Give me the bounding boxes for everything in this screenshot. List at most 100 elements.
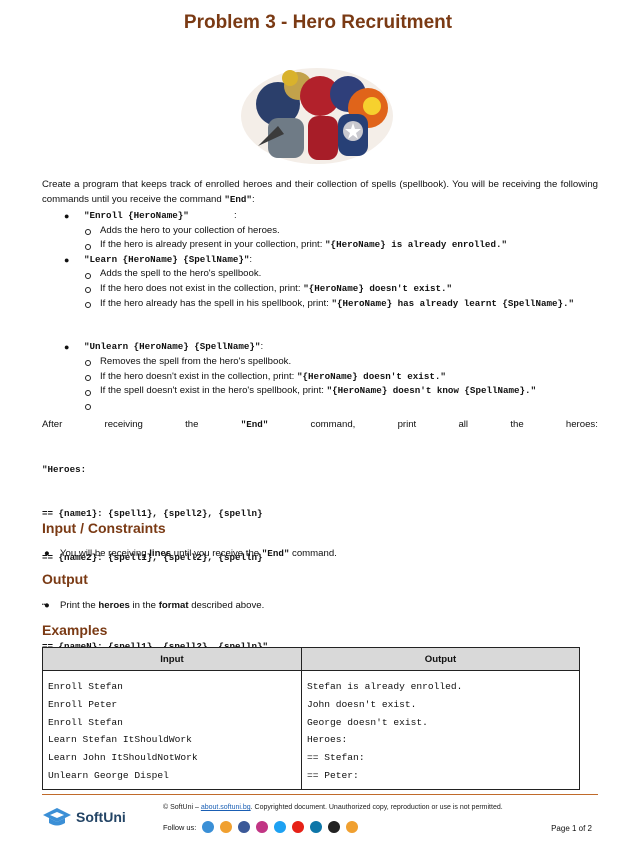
unlearn-item-1: Removes the spell from the hero's spellb… (100, 356, 292, 367)
about-softuni-link[interactable]: about.softuni.bg (201, 804, 251, 811)
twitter-icon[interactable] (274, 821, 287, 833)
unlearn-item-2-text: If the hero doesn't exist in the collect… (100, 370, 298, 382)
input-bullet-bold: lines (149, 548, 172, 559)
softuni-blog-icon[interactable] (346, 821, 359, 833)
input-line: Enroll Stefan (48, 716, 123, 728)
examples-heading: Examples (42, 622, 108, 638)
unlearn-item-2-msg: "{HeroName} doesn't exist." (297, 370, 446, 382)
table-header-row: Input Output (42, 647, 580, 671)
learn-item-2-text: If the hero does not exist in the collec… (100, 283, 304, 294)
output-line: Stefan is already enrolled. (307, 681, 463, 692)
enroll-item-2: If the hero is already present in your c… (100, 238, 507, 253)
circle-bullet-icon (85, 302, 91, 308)
input-line: Enroll Peter (48, 698, 118, 710)
softuni-icon[interactable] (202, 821, 215, 833)
output-line: == Stefan: (307, 752, 365, 764)
colon: : (234, 210, 237, 221)
learn-item-1: Adds the spell to the hero's spellbook. (100, 268, 262, 280)
output-cell: Stefan is already enrolled. John doesn't … (301, 670, 580, 790)
output-heading: Output (42, 571, 88, 587)
youtube-icon[interactable] (292, 821, 305, 833)
circle-bullet-icon (85, 272, 91, 279)
after-word: the (185, 419, 199, 430)
after-word: receiving (104, 419, 143, 430)
command-enroll: "Enroll {HeroName}" (84, 210, 189, 221)
after-end-command: "End" (240, 419, 269, 430)
learn-item-3: If the hero already has the spell in his… (100, 297, 598, 312)
softuni-alt-icon[interactable] (220, 821, 233, 833)
output-line: John doesn't exist. (307, 698, 417, 710)
input-line: Unlearn George Dispel (48, 769, 169, 781)
document-page: Problem 3 - Hero Recruitment Create a pr… (0, 0, 636, 844)
copyright-text: . Copyrighted document. Unauthorized cop… (250, 804, 503, 811)
column-header-input: Input (42, 647, 302, 671)
intro-tail: : (251, 194, 255, 205)
enroll-item-2-msg: "{HeroName} is already enrolled." (325, 239, 507, 251)
linkedin-icon[interactable] (310, 821, 323, 833)
intro-paragraph: Create a program that keeps track of enr… (42, 177, 598, 207)
after-receiving-line: After receiving the "End" command, print… (42, 419, 598, 430)
output-line: Heroes: (307, 734, 348, 746)
output-bullet-text: in the (129, 600, 159, 611)
column-header-output: Output (301, 647, 580, 671)
output-bullet-text: Print the (60, 600, 99, 611)
after-word: heroes: (565, 419, 598, 430)
learn-item-2: If the hero does not exist in the collec… (100, 282, 452, 297)
intro-text: Create a program that keeps track of enr… (42, 179, 598, 205)
input-line: Learn John ItShouldNotWork (48, 752, 198, 764)
input-bullet-command: "End" (261, 548, 290, 559)
command-unlearn-row: "Unlearn {HeroName} {SpellName}": (84, 340, 263, 355)
footer-divider (42, 794, 598, 795)
circle-bullet-icon (85, 243, 91, 250)
input-line: Learn Stefan ItShouldWork (48, 734, 192, 746)
github-icon[interactable] (328, 821, 341, 833)
after-word: command, (310, 419, 356, 430)
enroll-item-1: Adds the hero to your collection of hero… (100, 224, 280, 236)
page-title: Problem 3 - Hero Recruitment (183, 12, 453, 33)
bullet-icon: ● (64, 254, 70, 265)
enroll-item-2-text: If the hero is already present in your c… (100, 239, 326, 251)
output-line: == Peter: (307, 769, 359, 781)
command-learn-row: "Learn {HeroName} {SpellName}": (84, 253, 252, 268)
input-bullet-text: until you receive the (171, 548, 262, 559)
format-line: "Heroes: (42, 463, 87, 475)
copyright-text: © SoftUni – (163, 804, 201, 811)
circle-bullet-icon (85, 389, 91, 396)
facebook-icon[interactable] (238, 821, 251, 833)
input-constraints-heading: Input / Constraints (42, 520, 166, 536)
unlearn-item-3-text: If the spell doesn't exist in the hero's… (100, 385, 327, 397)
examples-table: Input Output Enroll Stefan Enroll Peter En… (42, 647, 580, 790)
bullet-icon: ● (64, 342, 70, 353)
output-line: George doesn't exist. (307, 716, 428, 728)
colon: : (249, 253, 253, 265)
output-bullet-bold: heroes (98, 600, 130, 611)
input-bullet-text: command. (289, 548, 337, 559)
colon: : (260, 341, 264, 353)
copyright-notice: © SoftUni – about.softuni.bg. Copyrighte… (163, 804, 503, 811)
command-learn: "Learn {HeroName} {SpellName}" (84, 253, 250, 265)
output-bullet-bold: format (158, 600, 189, 611)
learn-item-3-msg: "{HeroName} has already learnt {SpellNam… (331, 297, 575, 309)
bullet-icon: ● (44, 548, 50, 559)
page-number: Page 1 of 2 (551, 824, 592, 833)
circle-bullet-icon (85, 375, 91, 381)
bullet-icon: ● (64, 211, 70, 221)
command-unlearn: "Unlearn {HeroName} {SpellName}" (84, 341, 261, 353)
circle-bullet-icon (85, 229, 91, 235)
circle-bullet-icon (85, 287, 91, 294)
table-row: Enroll Stefan Enroll Peter Enroll Stefan Le… (42, 670, 580, 790)
softuni-logo[interactable]: SoftUni (42, 806, 126, 828)
input-line: Enroll Stefan (48, 681, 123, 692)
instagram-icon[interactable] (256, 821, 269, 833)
after-word: all (458, 419, 469, 430)
unlearn-item-3-msg: "{HeroName} doesn't know {SpellName}." (326, 385, 537, 397)
input-cell: Enroll Stefan Enroll Peter Enroll Stefan Le… (42, 670, 302, 790)
learn-item-3-text: If the hero already has the spell in his… (100, 297, 332, 309)
input-bullet-text: You will be receiving (60, 548, 150, 559)
circle-bullet-icon (85, 360, 91, 367)
graduation-cap-icon (43, 808, 71, 826)
output-bullet: ● Print the heroes in the format describ… (44, 600, 264, 611)
unlearn-item-2: If the hero doesn't exist in the collect… (100, 370, 446, 385)
after-word: After (42, 419, 63, 430)
learn-item-2-msg: "{HeroName} doesn't exist." (303, 283, 453, 294)
